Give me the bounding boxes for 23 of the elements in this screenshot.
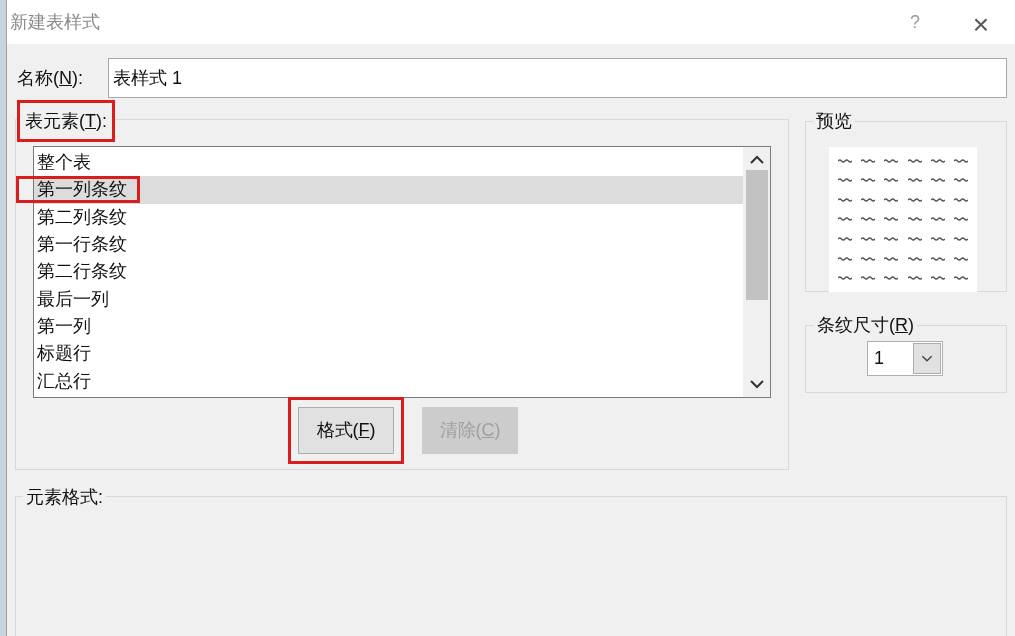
list-item[interactable]: 第二列条纹 <box>34 203 743 231</box>
scrollbar[interactable] <box>743 147 770 397</box>
scroll-thumb[interactable] <box>745 170 768 300</box>
scroll-down-icon[interactable] <box>749 380 764 389</box>
stripe-size-label: 条纹尺寸(R) <box>814 313 917 337</box>
scroll-up-icon[interactable] <box>749 155 764 164</box>
list-item[interactable]: 第一列 <box>34 312 743 341</box>
list-item[interactable]: 标题行 <box>34 340 743 368</box>
close-button[interactable]: × <box>957 4 1005 40</box>
table-elements-label: 表元素(T): <box>17 100 115 142</box>
list-item[interactable]: 第二行条纹 <box>34 258 743 286</box>
stripe-size-value: 1 <box>873 347 885 370</box>
list-item[interactable]: 整个表 <box>34 149 743 177</box>
list-item[interactable]: 汇总行 <box>34 367 743 395</box>
element-list[interactable]: 整个表 第一列条纹 第二列条纹 第一行条纹 第二行条纹 最后一列 第一列 标题行 汇总行 <box>33 146 771 398</box>
name-label: 名称(N): <box>17 66 84 90</box>
list-item[interactable]: 最后一列 <box>34 285 743 313</box>
format-action-button[interactable]: 格式(F) <box>298 407 394 454</box>
list-item[interactable]: 第一列条纹 <box>34 176 743 204</box>
name-field[interactable]: 表样式 1 <box>108 58 1007 98</box>
list-item[interactable]: 第一行条纹 <box>34 230 743 259</box>
window-title: 新建表样式 <box>10 10 100 34</box>
stripe-size-dropdown[interactable]: 1 <box>867 341 943 376</box>
